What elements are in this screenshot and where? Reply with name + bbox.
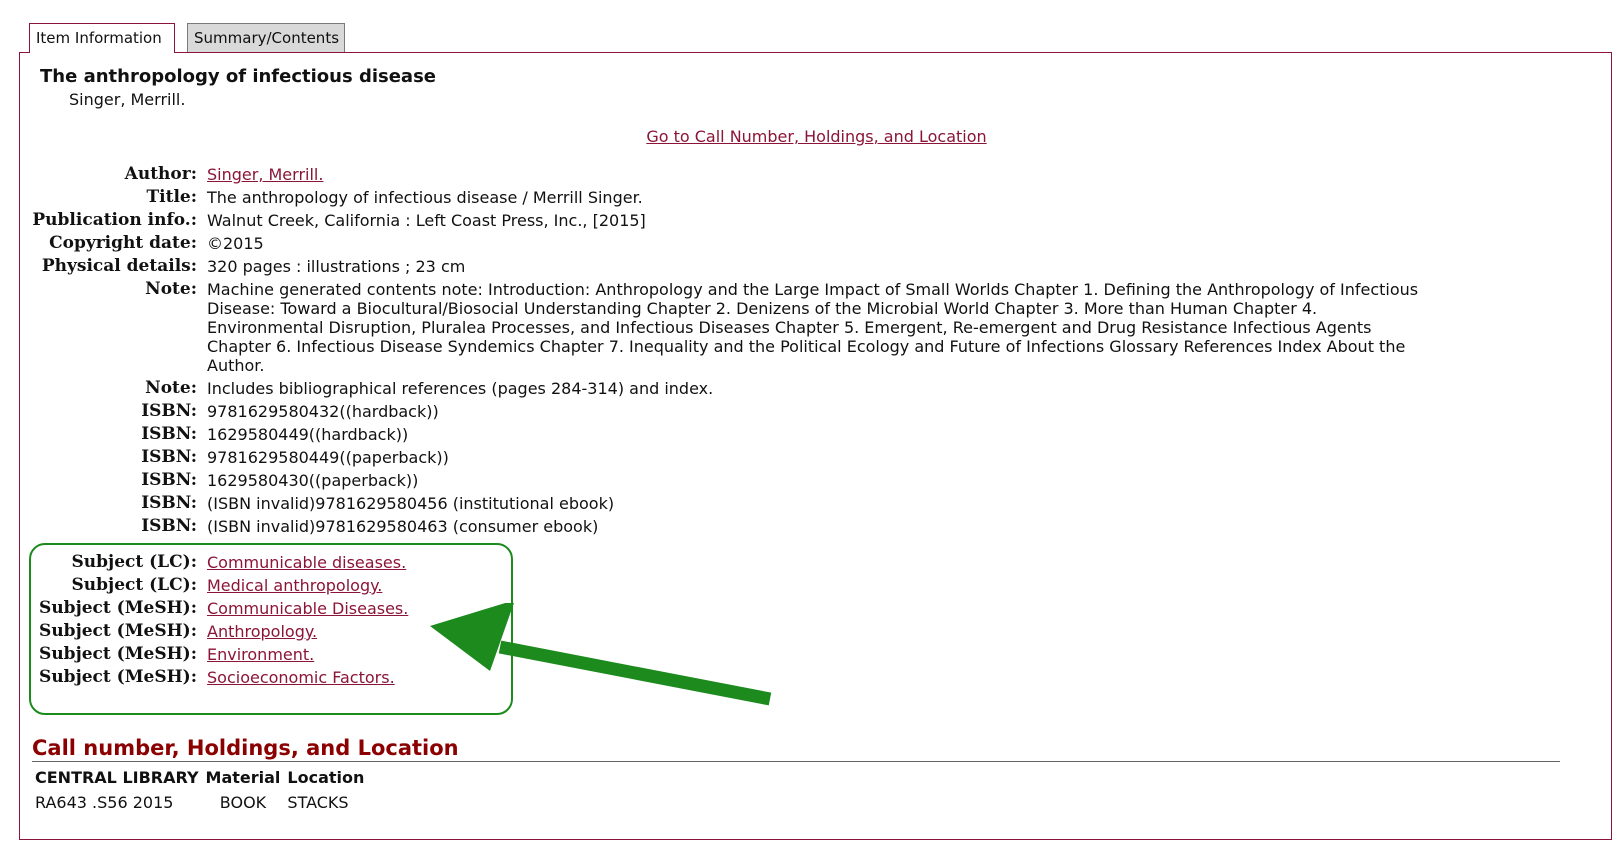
holdings-heading: Call number, Holdings, and Location xyxy=(32,736,459,760)
field-value: 320 pages : illustrations ; 23 cm xyxy=(207,257,466,276)
field-label: ISBN: xyxy=(141,493,197,513)
shelf-location: STACKS xyxy=(287,793,349,812)
field-value: 9781629580432((hardback)) xyxy=(207,402,439,421)
field-label: Subject (MeSH): xyxy=(39,621,197,641)
field-label: ISBN: xyxy=(141,401,197,421)
field-value: Socioeconomic Factors. xyxy=(207,668,1437,687)
call-number: RA643 .S56 2015 xyxy=(35,793,174,812)
field-row: ISBN: 9781629580432((hardback)) xyxy=(20,401,1437,422)
field-value: Anthropology. xyxy=(207,622,1437,641)
field-label: ISBN: xyxy=(141,447,197,467)
field-row: Note: Machine generated contents note: In… xyxy=(20,279,1437,376)
subject-link[interactable]: Socioeconomic Factors. xyxy=(207,668,395,687)
holdings-table: CENTRAL LIBRARY Material Location RA643 … xyxy=(32,765,368,815)
field-label: Note: xyxy=(145,378,197,398)
field-value: Includes bibliographical references (pag… xyxy=(207,379,714,398)
field-row: Note: Includes bibliographical references… xyxy=(20,378,1437,399)
field-label: Subject (MeSH): xyxy=(39,667,197,687)
field-value: Communicable Diseases. xyxy=(207,599,1437,618)
field-value: The anthropology of infectious disease /… xyxy=(207,188,643,207)
subject-row: Subject (LC): Medical anthropology. xyxy=(20,575,1437,596)
bib-fields: Author: Singer, Merrill. Title: The anthrop… xyxy=(20,165,1437,540)
tab-summary-contents[interactable]: Summary/Contents xyxy=(187,23,345,52)
field-row: Author: Singer, Merrill. xyxy=(20,164,1437,185)
field-label: Subject (LC): xyxy=(71,575,197,595)
field-row: Copyright date: ©2015 xyxy=(20,233,1437,254)
field-label: ISBN: xyxy=(141,470,197,490)
field-label: Subject (MeSH): xyxy=(39,644,197,664)
green-arrow-icon xyxy=(430,603,772,706)
holdings-divider xyxy=(32,761,1560,762)
item-information-panel: The anthropology of infectious disease S… xyxy=(19,52,1612,840)
field-value: Machine generated contents note: Introdu… xyxy=(207,280,1419,375)
field-row: ISBN: 9781629580449((paperback)) xyxy=(20,447,1437,468)
tab-item-information[interactable]: Item Information xyxy=(29,23,175,53)
field-value: ©2015 xyxy=(207,234,264,253)
field-row: ISBN: 1629580430((paperback)) xyxy=(20,470,1437,491)
field-value: Walnut Creek, California : Left Coast Pr… xyxy=(207,211,646,230)
subject-link[interactable]: Communicable Diseases. xyxy=(207,599,408,618)
field-value: 1629580430((paperback)) xyxy=(207,471,419,490)
subject-link[interactable]: Medical anthropology. xyxy=(207,576,382,595)
field-value: Environment. xyxy=(207,645,1437,664)
field-row: Publication info.: Walnut Creek, Californ… xyxy=(20,210,1437,231)
subject-link[interactable]: Communicable diseases. xyxy=(207,553,406,572)
col-header-library: CENTRAL LIBRARY xyxy=(35,768,199,787)
table-row: RA643 .S56 2015 BOOK STACKS xyxy=(32,790,368,815)
field-label: Publication info.: xyxy=(32,210,197,230)
field-row: ISBN: (ISBN invalid)9781629580463 (consum… xyxy=(20,516,1437,537)
field-value: 9781629580449((paperback)) xyxy=(207,448,449,467)
field-row: Title: The anthropology of infectious dis… xyxy=(20,187,1437,208)
field-value: (ISBN invalid)9781629580463 (consumer eb… xyxy=(207,517,599,536)
col-header-location: Location xyxy=(287,768,365,787)
field-value: 1629580449((hardback)) xyxy=(207,425,409,444)
holdings-header-row: CENTRAL LIBRARY Material Location xyxy=(32,765,368,790)
material-type: BOOK xyxy=(219,793,267,812)
col-header-material: Material xyxy=(205,768,281,787)
field-label: Title: xyxy=(146,187,197,207)
field-row: Physical details: 320 pages : illustratio… xyxy=(20,256,1437,277)
field-value: Medical anthropology. xyxy=(207,576,1437,595)
subject-link[interactable]: Environment. xyxy=(207,645,314,664)
field-value: (ISBN invalid)9781629580456 (institution… xyxy=(207,494,615,513)
field-label: Author: xyxy=(124,164,197,184)
subject-link[interactable]: Anthropology. xyxy=(207,622,317,641)
field-row: ISBN: 1629580449((hardback)) xyxy=(20,424,1437,445)
field-value: Communicable diseases. xyxy=(207,553,1437,572)
field-label: ISBN: xyxy=(141,424,197,444)
author-link[interactable]: Singer, Merrill. xyxy=(207,165,323,184)
field-label: Physical details: xyxy=(41,256,197,276)
subject-row: Subject (LC): Communicable diseases. xyxy=(20,552,1437,573)
field-label: Note: xyxy=(145,279,197,299)
page-title: The anthropology of infectious disease xyxy=(40,66,436,87)
field-label: Copyright date: xyxy=(49,233,197,253)
field-value: Singer, Merrill. xyxy=(207,165,1437,184)
field-label: ISBN: xyxy=(141,516,197,536)
field-label: Subject (LC): xyxy=(71,552,197,572)
field-label: Subject (MeSH): xyxy=(39,598,197,618)
field-row: ISBN: (ISBN invalid)9781629580456 (instit… xyxy=(20,493,1437,514)
goto-holdings-link[interactable]: Go to Call Number, Holdings, and Locatio… xyxy=(20,127,1613,146)
item-author: Singer, Merrill. xyxy=(69,90,186,109)
